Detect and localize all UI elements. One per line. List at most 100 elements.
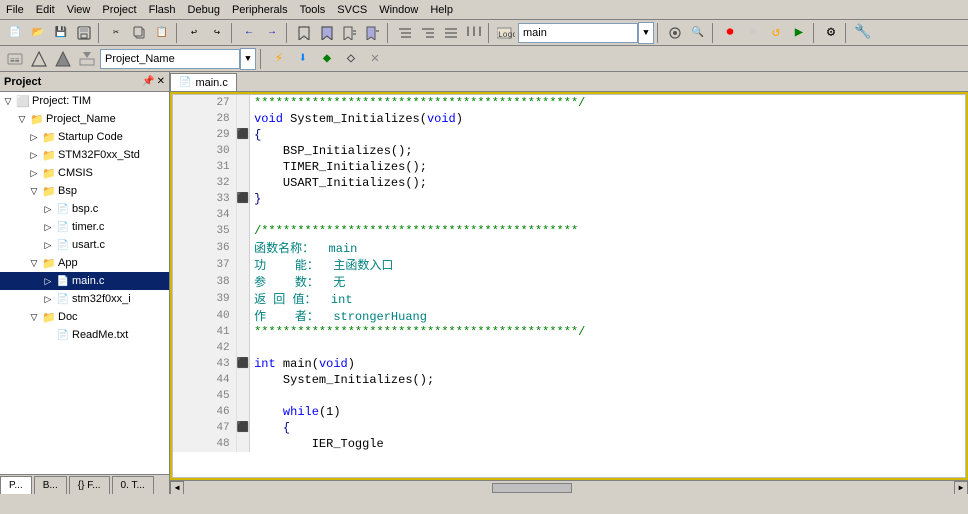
bookmark4-btn[interactable] [362,22,384,44]
menu-edit[interactable]: Edit [30,2,61,18]
app-folder-icon: 📁 [42,256,56,270]
project-expand[interactable]: ▽ [16,113,28,125]
menu-window[interactable]: Window [373,2,424,18]
root-expand[interactable]: ▽ [2,95,14,107]
menu-tools[interactable]: Tools [294,2,332,18]
scroll-thumb[interactable] [492,483,572,493]
indent4-btn[interactable]: ||| [463,22,485,44]
tree-app-folder[interactable]: ▽ 📁 App [0,254,169,272]
nav-fwd-btn[interactable]: → [261,22,283,44]
tree-doc-folder[interactable]: ▽ 📁 Doc [0,308,169,326]
stop-btn[interactable]: ⏺ [742,22,764,44]
flash-download-btn[interactable]: ⬇ [292,48,314,70]
build-target-dropdown[interactable]: main [518,23,638,43]
table-row: 39 返 回 值： int [173,290,965,307]
new-btn[interactable]: 📄 [4,22,26,44]
indent-btn[interactable] [394,22,416,44]
indent2-btn[interactable] [417,22,439,44]
stm32-expand[interactable]: ▷ [28,149,40,161]
menu-flash[interactable]: Flash [143,2,182,18]
compile-btn[interactable]: ≡≡ [4,48,26,70]
indent3-btn[interactable] [440,22,462,44]
menu-svcs[interactable]: SVCS [331,2,373,18]
table-row: 45 [173,388,965,404]
tree-cmsis[interactable]: ▷ 📁 CMSIS [0,164,169,182]
scroll-track[interactable] [186,483,952,493]
reset-btn[interactable]: ↺ [765,22,787,44]
menu-project[interactable]: Project [96,2,142,18]
redo-btn[interactable]: ↪ [206,22,228,44]
project-selector[interactable]: Project_Name [100,49,240,69]
menu-help[interactable]: Help [424,2,459,18]
menu-debug[interactable]: Debug [182,2,226,18]
tab-functions[interactable]: {} F... [69,476,110,494]
dropdown-arrow[interactable]: ▼ [638,22,654,44]
code-line-30: BSP_Initializes(); [250,143,965,159]
save-btn[interactable]: 💾 [50,22,72,44]
startup-expand[interactable]: ▷ [28,131,40,143]
debug-run-btn[interactable]: ▶ [788,22,810,44]
tree-project-name[interactable]: ▽ 📁 Project_Name [0,110,169,128]
settings-btn[interactable]: ⚙ [820,22,842,44]
build-target-icon: Logo [495,22,517,44]
tab-project[interactable]: P... [0,476,32,494]
paste-btn[interactable]: 📋 [151,22,173,44]
timer-c-expand[interactable]: ▷ [42,221,54,233]
tree-stm32-std[interactable]: ▷ 📁 STM32F0xx_Std [0,146,169,164]
tree-readme[interactable]: ▷ 📄 ReadMe.txt [0,326,169,344]
tree-usart-c[interactable]: ▷ 📄 usart.c [0,236,169,254]
code-editor[interactable]: 27 *************************************… [172,94,966,478]
bsp-c-expand[interactable]: ▷ [42,203,54,215]
code-line-32: USART_Initializes(); [250,175,965,191]
nav-back-btn[interactable]: ← [238,22,260,44]
tree-startup-code[interactable]: ▷ 📁 Startup Code [0,128,169,146]
cut-btn[interactable]: ✂ [105,22,127,44]
project-panel: Project 📌 ✕ ▽ ⬜ Project: TIM ▽ 📁 Project… [0,72,170,494]
bookmark-btn[interactable] [293,22,315,44]
tools-btn1[interactable] [664,22,686,44]
flash-extra-btn[interactable]: ◇ [340,48,362,70]
build-btn[interactable] [28,48,50,70]
menu-file[interactable]: File [0,2,30,18]
open-btn[interactable]: 📂 [27,22,49,44]
scroll-left[interactable]: ◀ [170,481,184,495]
flash-clear-btn[interactable]: ✕ [364,48,386,70]
doc-expand[interactable]: ▽ [28,311,40,323]
code-tab-main-c[interactable]: 📄 main.c [170,73,237,91]
undo-btn[interactable]: ↩ [183,22,205,44]
project-dropdown-arrow[interactable]: ▼ [240,48,256,70]
tab-templates[interactable]: 0. T... [112,476,154,494]
tools-btn2[interactable]: 🔍 [687,22,709,44]
usart-c-expand[interactable]: ▷ [42,239,54,251]
cmsis-expand[interactable]: ▷ [28,167,40,179]
pin-icon[interactable]: 📌 [142,76,154,87]
code-line-47: { [250,420,965,436]
main-c-expand[interactable]: ▷ [42,275,54,287]
flash-erase-btn[interactable]: ◆ [316,48,338,70]
bsp-expand[interactable]: ▽ [28,185,40,197]
line-marker-42 [236,340,249,356]
batch-build-btn[interactable] [76,48,98,70]
copy-btn[interactable] [128,22,150,44]
bookmark3-btn[interactable] [339,22,361,44]
tree-stm32-i[interactable]: ▷ 📄 stm32f0xx_i [0,290,169,308]
extra-btn[interactable]: 🔧 [852,22,874,44]
tree-root[interactable]: ▽ ⬜ Project: TIM [0,92,169,110]
app-expand[interactable]: ▽ [28,257,40,269]
rebuild-btn[interactable] [52,48,74,70]
flash-settings-btn[interactable]: ⚡ [268,48,290,70]
tree-bsp-c[interactable]: ▷ 📄 bsp.c [0,200,169,218]
menu-view[interactable]: View [61,2,97,18]
menu-peripherals[interactable]: Peripherals [226,2,294,18]
horizontal-scrollbar[interactable]: ◀ ▶ [170,480,968,494]
stm32-i-expand[interactable]: ▷ [42,293,54,305]
scroll-right[interactable]: ▶ [954,481,968,495]
run-btn[interactable]: ⏺ [719,22,741,44]
tree-bsp-folder[interactable]: ▽ 📁 Bsp [0,182,169,200]
tab-books[interactable]: B... [34,476,67,494]
save-all-btn[interactable] [73,22,95,44]
tree-main-c[interactable]: ▷ 📄 main.c [0,272,169,290]
bookmark2-btn[interactable] [316,22,338,44]
close-icon[interactable]: ✕ [157,76,165,87]
tree-timer-c[interactable]: ▷ 📄 timer.c [0,218,169,236]
